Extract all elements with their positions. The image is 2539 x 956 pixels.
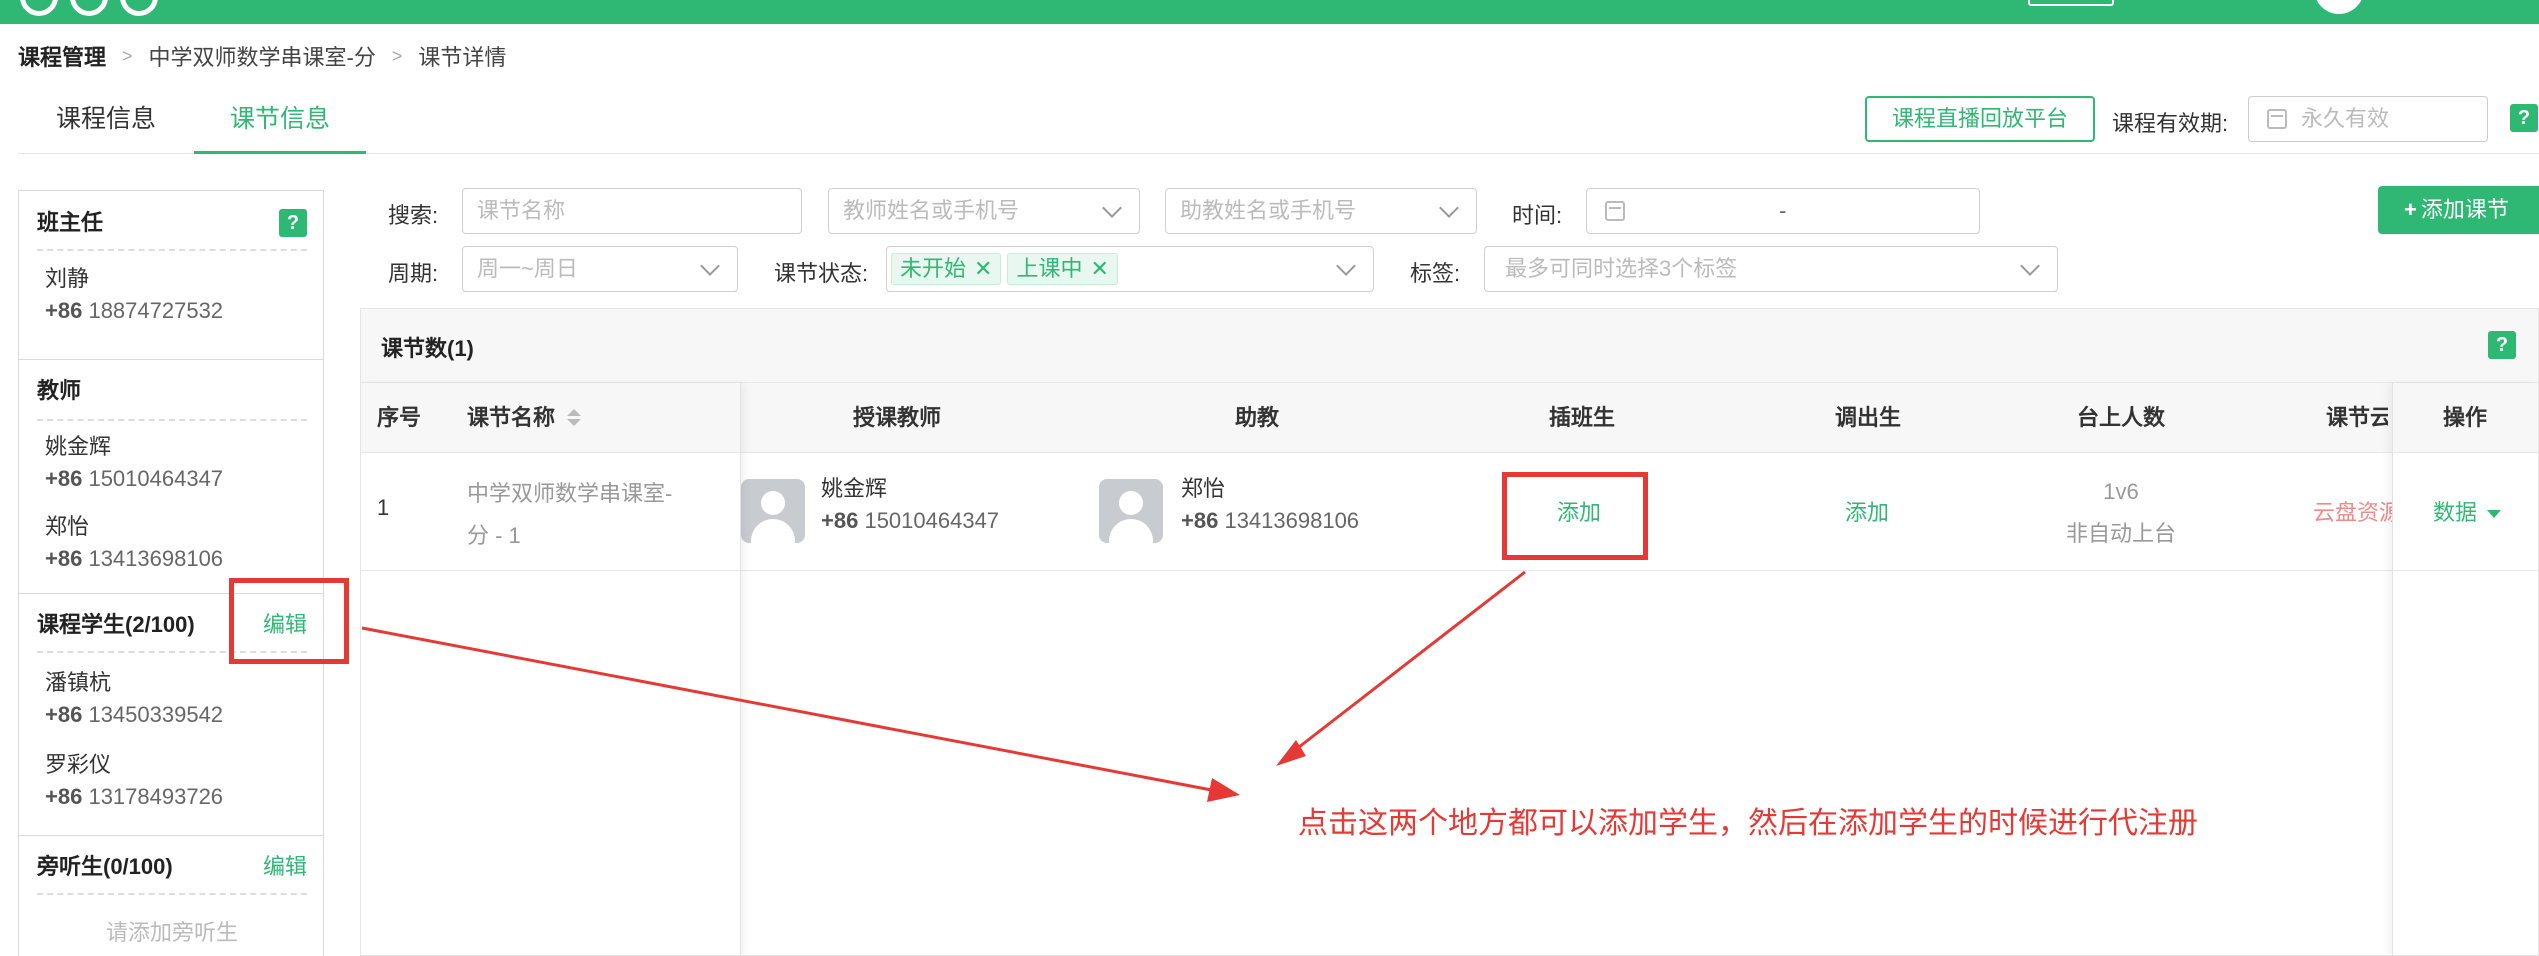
person-name: 潘镇杭	[45, 670, 112, 695]
add-transfer-student-link[interactable]: 添加	[1845, 495, 1889, 527]
status-label: 课节状态:	[774, 261, 869, 286]
logo-mark	[70, 0, 108, 16]
person-name: 郑怡	[45, 514, 90, 539]
person-phone: +86 13450339542	[45, 702, 224, 727]
section-teachers: 教师	[37, 363, 307, 419]
time-range-picker[interactable]: -	[1586, 188, 1980, 234]
lesson-count: 课节数(1)	[381, 336, 474, 361]
logo-mark	[20, 0, 58, 16]
person-phone: +86 13178493726	[45, 784, 224, 809]
person-name: 罗彩仪	[45, 752, 112, 777]
person-entry: 潘镇杭 +86 13450339542	[45, 667, 223, 731]
status-tag-not-started: 未开始 ✕	[891, 253, 1002, 285]
section-divider	[19, 835, 323, 836]
plus-icon: +	[2404, 197, 2417, 222]
chevron-down-icon	[1439, 198, 1459, 218]
assistant-select[interactable]: 助教姓名或手机号	[1165, 188, 1477, 234]
teacher-select[interactable]: 教师姓名或手机号	[828, 188, 1140, 234]
edit-auditors-link[interactable]: 编辑	[263, 839, 307, 895]
validity-date-input[interactable]: 永久有效	[2248, 96, 2488, 142]
fixed-left-columns-shadow	[361, 383, 741, 955]
section-title: 教师	[37, 378, 82, 403]
assistant-avatar	[1099, 479, 1163, 543]
section-title: 课程学生(2/100)	[37, 612, 195, 637]
top-navigation-bar	[0, 0, 2539, 24]
breadcrumb-item-current: 课节详情	[418, 45, 507, 70]
breadcrumb-item-course-management[interactable]: 课程管理	[18, 40, 106, 72]
breadcrumb-separator: >	[391, 45, 403, 66]
person-entry: 刘静 +86 18874727532	[45, 263, 223, 327]
help-icon[interactable]: ?	[279, 209, 307, 237]
top-bar-button[interactable]	[2028, 0, 2114, 6]
row-assistant: 郑怡 +86 13413698106	[1181, 476, 1360, 533]
person-entry: 姚金辉 +86 15010464347	[45, 431, 223, 495]
chevron-down-icon	[700, 256, 720, 276]
col-stage-count: 台上人数	[2077, 405, 2166, 430]
lesson-name-search-input[interactable]: 课节名称	[462, 188, 802, 234]
section-title: 旁听生(0/100)	[37, 854, 173, 879]
person-name: 姚金辉	[45, 434, 112, 459]
section-title: 班主任	[37, 210, 104, 235]
help-icon[interactable]: ?	[2510, 104, 2538, 132]
chevron-down-icon	[2020, 256, 2040, 276]
calendar-icon	[1605, 201, 1625, 221]
cycle-label: 周期:	[388, 261, 439, 286]
time-label: 时间:	[1512, 203, 1563, 228]
tab-lesson-info[interactable]: 课节信息	[194, 100, 366, 154]
course-members-sidebar: 班主任 ? 刘静 +86 18874727532 教师 姚金辉 +86 1501…	[18, 190, 324, 956]
chevron-down-icon	[1336, 256, 1356, 276]
status-multi-select[interactable]: 未开始 ✕ 上课中 ✕	[886, 246, 1374, 292]
validity-value: 永久有效	[2301, 106, 2390, 131]
breadcrumb: 课程管理 > 中学双师数学串课室-分 > 课节详情	[18, 40, 506, 72]
row-teacher: 姚金辉 +86 15010464347	[821, 476, 1000, 533]
person-entry: 郑怡 +86 13413698106	[45, 511, 223, 575]
logo-mark	[120, 0, 158, 16]
tab-course-info[interactable]: 课程信息	[18, 100, 194, 154]
section-head-teacher: 班主任 ?	[37, 195, 307, 251]
search-label: 搜索:	[388, 203, 439, 228]
section-divider	[19, 359, 323, 360]
calendar-icon	[2267, 109, 2287, 129]
live-replay-platform-button[interactable]: 课程直播回放平台	[1865, 96, 2095, 142]
status-tag-in-class: 上课中 ✕	[1007, 253, 1118, 285]
close-icon[interactable]: ✕	[1090, 256, 1108, 281]
col-teacher: 授课教师	[853, 405, 942, 430]
person-name: 刘静	[45, 266, 90, 291]
chevron-down-icon	[1102, 198, 1122, 218]
breadcrumb-separator: >	[122, 45, 133, 66]
row-stage-count: 1v6 非自动上台	[2065, 479, 2176, 546]
tag-label: 标签:	[1410, 261, 1461, 286]
person-phone: +86 13413698106	[45, 546, 224, 571]
col-insert-student: 插班生	[1549, 405, 1616, 430]
person-phone: +86 15010464347	[45, 466, 224, 491]
cycle-select[interactable]: 周一~周日	[462, 246, 738, 292]
validity-label: 课程有效期:	[2112, 111, 2229, 136]
user-avatar[interactable]	[2314, 0, 2364, 14]
tag-select[interactable]: 最多可同时选择3个标签	[1484, 246, 2058, 292]
annotation-text: 点击这两个地方都可以添加学生，然后在添加学生的时候进行代注册	[1298, 807, 2198, 840]
person-phone: +86 18874727532	[45, 298, 224, 323]
lesson-table-panel: 课节数(1) ? 序号 课节名称 授课教师 助教 插班生 调出生 台上人数 课节…	[360, 308, 2539, 956]
col-cloud: 课节云盘	[2326, 405, 2388, 430]
teacher-avatar	[741, 479, 805, 543]
section-auditors: 旁听生(0/100) 编辑	[37, 839, 307, 895]
close-icon[interactable]: ✕	[974, 256, 992, 281]
highlight-edit-students	[229, 578, 349, 664]
fixed-right-columns-shadow	[2392, 383, 2538, 955]
highlight-add-insert-student	[1502, 472, 1648, 560]
col-assistant: 助教	[1235, 405, 1280, 430]
add-lesson-button[interactable]: + 添加课节	[2378, 186, 2539, 234]
col-transfer-student: 调出生	[1835, 405, 1902, 430]
person-entry: 罗彩仪 +86 13178493726	[45, 749, 223, 813]
empty-auditors-hint: 请添加旁听生	[105, 920, 238, 945]
dashed-divider	[37, 419, 307, 421]
help-icon[interactable]: ?	[2488, 331, 2516, 359]
cloud-resource-link[interactable]: 云盘资源	[2313, 495, 2393, 527]
lesson-count-bar: 课节数(1) ?	[361, 309, 2538, 383]
breadcrumb-item-course[interactable]: 中学双师数学串课室-分	[149, 40, 376, 72]
